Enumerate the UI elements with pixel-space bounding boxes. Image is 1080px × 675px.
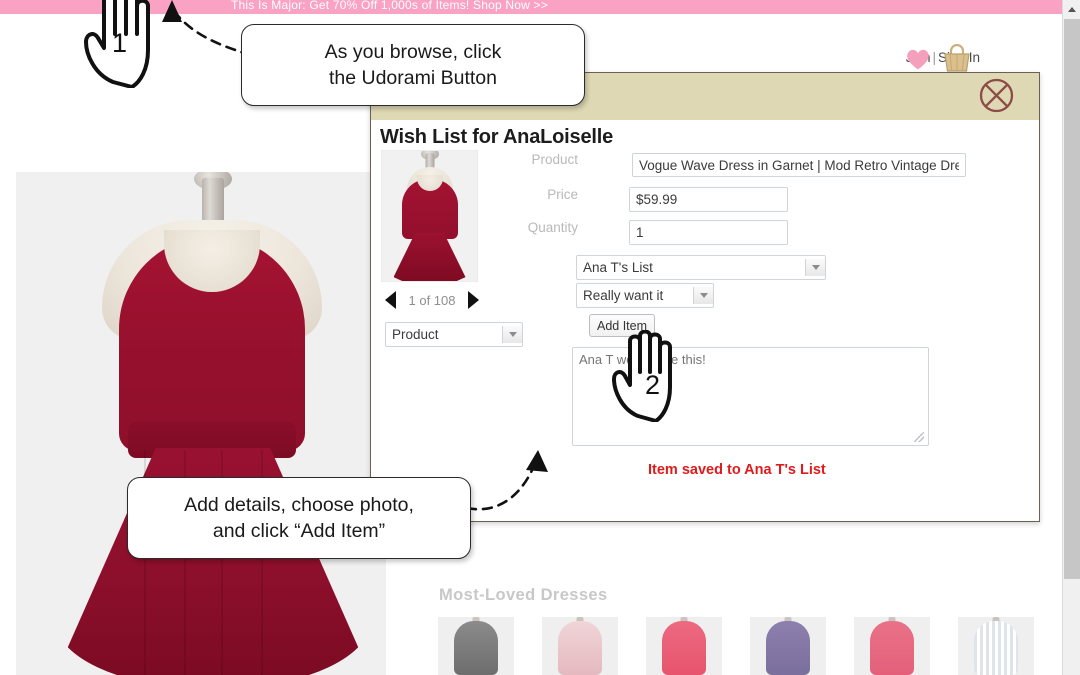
product-label: Product — [531, 152, 578, 167]
most-loved-thumb[interactable] — [854, 617, 930, 675]
heart-icon[interactable] — [905, 47, 931, 71]
pager-count: 1 of 108 — [408, 292, 456, 308]
thumbnail-pager: 1 of 108 — [385, 289, 479, 311]
callout-step-2-line2: and click “Add Item” — [212, 520, 386, 542]
callout-step-2: Add details, choose photo, and click “Ad… — [127, 477, 471, 559]
thumb-garment — [870, 621, 914, 675]
callout-step-1: As you browse, click the Udorami Button — [241, 24, 585, 106]
quantity-label: Quantity — [527, 220, 578, 235]
chevron-down-icon[interactable] — [502, 326, 522, 343]
callout-step-2-line1: Add details, choose photo, — [184, 493, 414, 516]
wishlist-select[interactable]: Ana T's List — [576, 255, 826, 280]
page-scrollbar[interactable] — [1062, 0, 1080, 675]
scrollbar-thumb[interactable] — [1064, 19, 1080, 579]
hand-cursor-step-2-number: 2 — [645, 370, 661, 400]
textarea-resize-handle[interactable] — [914, 432, 924, 442]
most-loved-thumbnail-row — [438, 617, 1034, 675]
most-loved-thumb[interactable] — [542, 617, 618, 675]
most-loved-thumb[interactable] — [646, 617, 722, 675]
thumb-garment — [662, 621, 706, 675]
most-loved-dresses-title: Most-Loved Dresses — [439, 586, 608, 604]
priority-select[interactable]: Really want it — [576, 283, 714, 308]
nav-separator: | — [932, 50, 936, 65]
prev-arrow-icon[interactable] — [385, 291, 396, 309]
next-arrow-icon[interactable] — [468, 291, 479, 309]
image-source-select-value: Product — [392, 327, 439, 342]
scroll-up-arrow-icon[interactable] — [1063, 0, 1080, 18]
chevron-down-icon[interactable] — [693, 287, 713, 304]
price-label: Price — [547, 187, 578, 202]
image-source-select[interactable]: Product — [385, 322, 523, 347]
thumb-garment — [454, 621, 498, 675]
hand-cursor-step-1-number: 1 — [112, 28, 128, 58]
status-badge: Item saved to Ana T's List — [648, 462, 826, 478]
page-title: Wish List for AnaLoiselle — [380, 126, 613, 148]
wishlist-select-value: Ana T's List — [583, 260, 653, 275]
thumb-garment — [974, 621, 1018, 675]
priority-select-value: Really want it — [583, 288, 664, 303]
most-loved-thumb[interactable] — [438, 617, 514, 675]
main-product-photo[interactable] — [16, 172, 386, 675]
page-root: This Is Major: Get 70% Off 1,000s of Ite… — [0, 0, 1080, 675]
chevron-down-icon[interactable] — [805, 259, 825, 276]
callout-step-1-line1: As you browse, click — [324, 40, 502, 63]
close-icon[interactable] — [978, 77, 1015, 114]
promo-banner-text: This Is Major: Get 70% Off 1,000s of Ite… — [231, 0, 548, 12]
price-input[interactable] — [629, 187, 788, 212]
quantity-input[interactable] — [629, 220, 788, 245]
thumb-dress-skirt — [393, 233, 466, 281]
callout-step-1-line2: the Udorami Button — [328, 67, 497, 89]
wishlist-product-thumbnail[interactable] — [381, 150, 478, 282]
product-input[interactable] — [632, 153, 966, 177]
thumb-garment — [766, 621, 810, 675]
shopping-basket-icon[interactable] — [941, 44, 973, 74]
thumb-garment — [558, 621, 602, 675]
most-loved-thumb[interactable] — [958, 617, 1034, 675]
most-loved-thumb[interactable] — [750, 617, 826, 675]
